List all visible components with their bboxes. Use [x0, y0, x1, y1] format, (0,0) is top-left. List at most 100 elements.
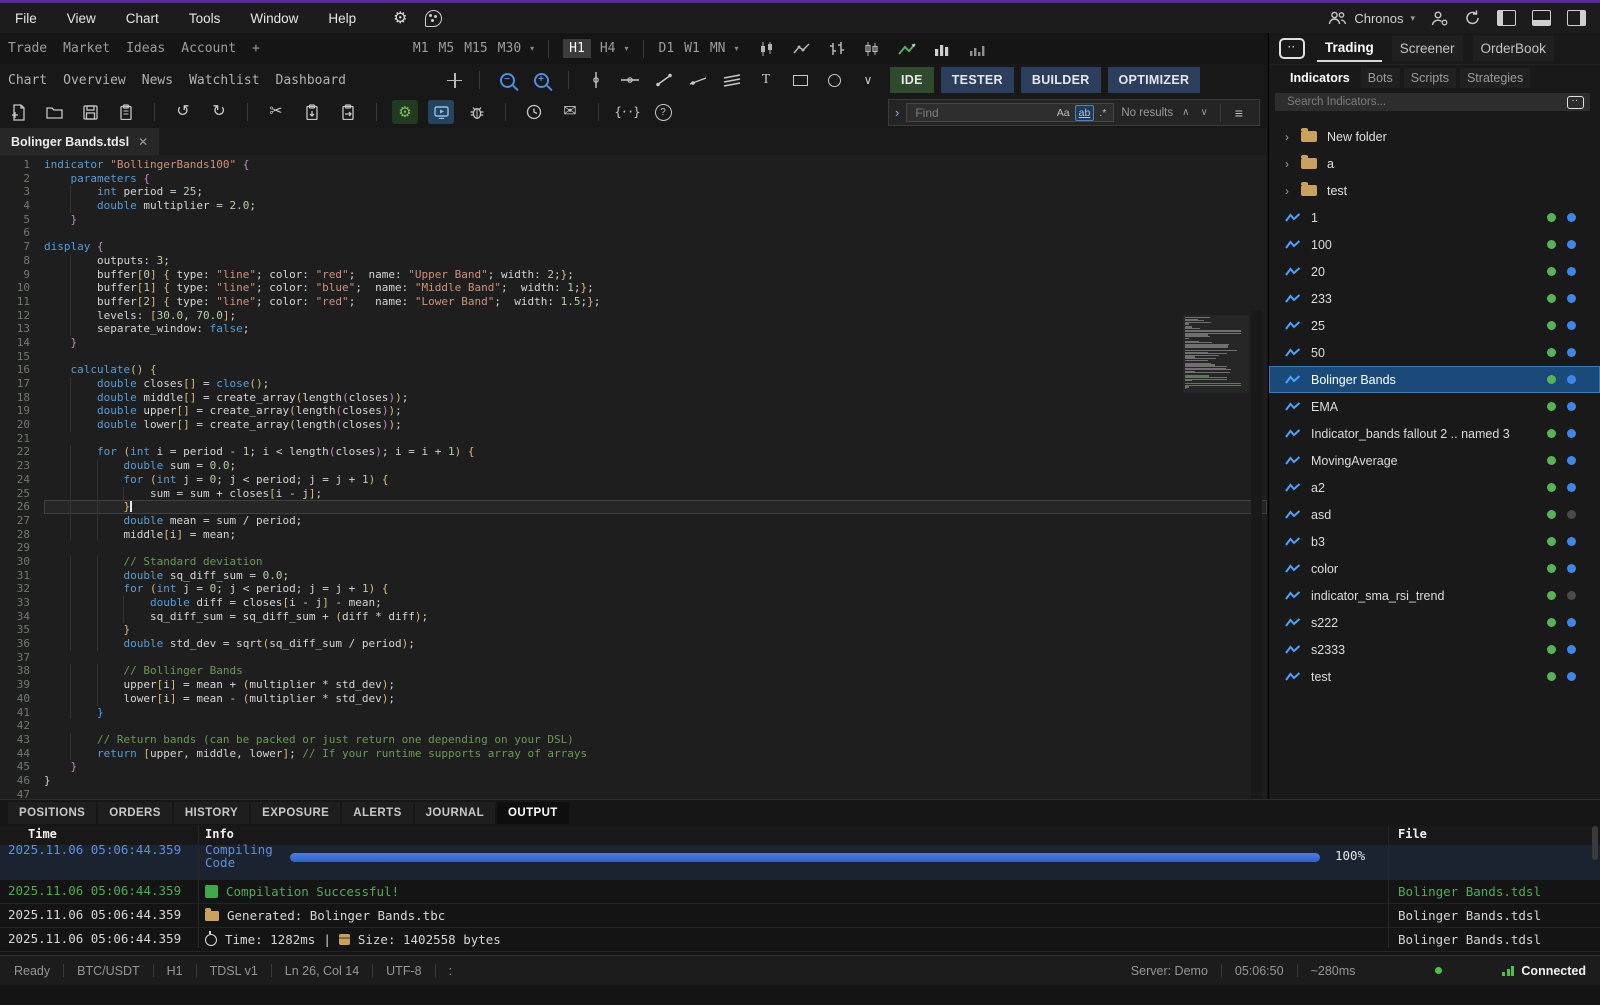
- folder-row-a[interactable]: ›a: [1269, 150, 1600, 177]
- menu-item-view[interactable]: View: [52, 11, 111, 26]
- close-tab-icon[interactable]: ✕: [138, 135, 148, 149]
- code-line[interactable]: 21: [0, 432, 1267, 446]
- find-expand-icon[interactable]: ›: [895, 105, 899, 120]
- indicator-search-input[interactable]: Search Indicators... ··: [1275, 93, 1590, 111]
- line-chart-icon[interactable]: [793, 42, 811, 56]
- code-line[interactable]: 2 parameters {: [0, 172, 1267, 186]
- layout-right-panel-icon[interactable]: [1567, 10, 1586, 26]
- code-line[interactable]: 8 outputs: 3;: [0, 254, 1267, 268]
- timeframe-m15[interactable]: M15: [464, 41, 487, 56]
- code-line[interactable]: 1indicator "BollingerBands100" {: [0, 158, 1267, 172]
- code-line[interactable]: 32 for (int j = 0; j < period; j = j + 1…: [0, 582, 1267, 596]
- output-scrollbar[interactable]: [1592, 826, 1598, 860]
- code-line[interactable]: 34 sq_diff_sum = sq_diff_sum + (diff * d…: [0, 610, 1267, 624]
- clipboard-icon[interactable]: [116, 101, 136, 123]
- workspace-tab-market[interactable]: Market: [63, 41, 110, 56]
- bottom-tab-alerts[interactable]: ALERTS: [342, 802, 412, 824]
- undo-icon[interactable]: ↺: [173, 101, 193, 123]
- bottom-tab-exposure[interactable]: EXPOSURE: [251, 802, 340, 824]
- bottom-tab-output[interactable]: OUTPUT: [497, 802, 569, 824]
- hollow-candles-icon[interactable]: [863, 42, 881, 56]
- view-tab-overview[interactable]: Overview: [63, 73, 126, 88]
- sidebar-tab-strategies[interactable]: Strategies: [1460, 68, 1530, 88]
- mode-button-builder[interactable]: BUILDER: [1021, 67, 1101, 93]
- code-line[interactable]: 24 for (int j = 0; j < period; j = j + 1…: [0, 473, 1267, 487]
- bottom-tab-history[interactable]: HISTORY: [174, 802, 249, 824]
- output-row[interactable]: 2025.11.06 05:06:44.359CompilingCode100%: [0, 845, 1600, 880]
- code-line[interactable]: 18 double middle[] = create_array(length…: [0, 391, 1267, 405]
- indicator-item-movingaverage[interactable]: MovingAverage: [1269, 447, 1600, 474]
- sidebar-tab-indicators[interactable]: Indicators: [1283, 68, 1357, 88]
- indicator-item-b3[interactable]: b3: [1269, 528, 1600, 555]
- match-case-toggle[interactable]: Aa: [1054, 106, 1073, 120]
- code-editor[interactable]: 1indicator "BollingerBands100" {2 parame…: [0, 155, 1267, 799]
- timeframe-dropdown-icon[interactable]: ▾: [624, 44, 628, 53]
- indicator-item-1[interactable]: 1: [1269, 204, 1600, 231]
- timeframe-m1[interactable]: M1: [413, 41, 429, 56]
- code-line[interactable]: 47: [0, 788, 1267, 799]
- more-tools-chevron-icon[interactable]: ∨: [858, 70, 878, 90]
- candlestick-chart-icon[interactable]: [758, 42, 776, 56]
- crosshair-icon[interactable]: [447, 73, 462, 88]
- panel-tab-orderbook[interactable]: OrderBook: [1473, 36, 1554, 61]
- indicator-item-indicator-bands-fallout-2-named-3[interactable]: Indicator_bands fallout 2 .. named 3: [1269, 420, 1600, 447]
- view-tab-dashboard[interactable]: Dashboard: [276, 73, 346, 88]
- ohlc-bars-icon[interactable]: [828, 42, 846, 56]
- code-line[interactable]: 37: [0, 651, 1267, 665]
- code-line[interactable]: 31 double sq_diff_sum = 0.0;: [0, 569, 1267, 583]
- small-histogram-icon[interactable]: [969, 42, 987, 56]
- view-tab-chart[interactable]: Chart: [8, 73, 47, 88]
- menu-item-file[interactable]: File: [0, 11, 52, 26]
- mode-button-ide[interactable]: IDE: [890, 67, 934, 93]
- editor-scrollbar[interactable]: [1251, 310, 1262, 799]
- code-line[interactable]: 22 for (int i = period - 1; i < length(c…: [0, 445, 1267, 459]
- mail-icon[interactable]: ✉: [560, 101, 580, 123]
- timeframe-h4[interactable]: H4: [600, 41, 616, 56]
- code-line[interactable]: 28 middle[i] = mean;: [0, 528, 1267, 542]
- format-braces-icon[interactable]: {··}: [617, 101, 637, 123]
- compile-button[interactable]: ⚙: [392, 100, 418, 124]
- timeframe-d1[interactable]: D1: [659, 41, 675, 56]
- find-menu-icon[interactable]: ≡: [1235, 105, 1243, 121]
- indicator-item-a2[interactable]: a2: [1269, 474, 1600, 501]
- code-line[interactable]: 17 double closes[] = close();: [0, 377, 1267, 391]
- workspace-tab-item[interactable]: +: [252, 41, 260, 56]
- indicator-item-indicator-sma-rsi-trend[interactable]: indicator_sma_rsi_trend: [1269, 582, 1600, 609]
- code-line[interactable]: 6: [0, 226, 1267, 240]
- folder-row-new-folder[interactable]: ›New folder: [1269, 123, 1600, 150]
- cut-icon[interactable]: ✂: [266, 101, 286, 123]
- find-next-icon[interactable]: ∨: [1200, 107, 1207, 118]
- code-line[interactable]: 44 return [upper, middle, lower]; // If …: [0, 747, 1267, 761]
- bottom-tab-positions[interactable]: POSITIONS: [8, 802, 96, 824]
- view-tab-news[interactable]: News: [142, 73, 173, 88]
- indicator-item-ema[interactable]: EMA: [1269, 393, 1600, 420]
- zoom-in-icon[interactable]: +: [534, 73, 549, 88]
- code-line[interactable]: 43 // Return bands (can be packed or jus…: [0, 733, 1267, 747]
- indicator-item-100[interactable]: 100: [1269, 231, 1600, 258]
- code-line[interactable]: 35 }: [0, 623, 1267, 637]
- zoom-out-icon[interactable]: −: [500, 73, 515, 88]
- chevron-right-icon[interactable]: ›: [1285, 184, 1301, 198]
- timeframe-m30[interactable]: M30: [498, 41, 521, 56]
- regex-toggle[interactable]: .*: [1096, 106, 1109, 120]
- trend-line-chart-icon[interactable]: [898, 42, 917, 56]
- new-file-icon[interactable]: [8, 101, 28, 123]
- history-clock-icon[interactable]: [524, 101, 544, 123]
- code-line[interactable]: 23 double sum = 0.0;: [0, 459, 1267, 473]
- folder-row-test[interactable]: ›test: [1269, 177, 1600, 204]
- help-icon[interactable]: ?: [655, 104, 672, 121]
- indicator-item-20[interactable]: 20: [1269, 258, 1600, 285]
- code-line[interactable]: 41 }: [0, 706, 1267, 720]
- timeframe-w1[interactable]: W1: [684, 41, 700, 56]
- indicator-item-50[interactable]: 50: [1269, 339, 1600, 366]
- whole-word-toggle[interactable]: ab: [1075, 105, 1095, 121]
- code-line[interactable]: 27 double mean = sum / period;: [0, 514, 1267, 528]
- menu-item-chart[interactable]: Chart: [111, 11, 174, 26]
- save-icon[interactable]: [80, 101, 100, 123]
- code-line[interactable]: 4 double multiplier = 2.0;: [0, 199, 1267, 213]
- open-folder-icon[interactable]: [44, 101, 64, 123]
- code-line[interactable]: 36 double std_dev = sqrt(sq_diff_sum / p…: [0, 637, 1267, 651]
- output-row[interactable]: 2025.11.06 05:06:44.359Compilation Succe…: [0, 880, 1600, 904]
- workspace-tab-ideas[interactable]: Ideas: [126, 41, 165, 56]
- indicator-item-bolinger-bands[interactable]: Bolinger Bands: [1269, 366, 1600, 393]
